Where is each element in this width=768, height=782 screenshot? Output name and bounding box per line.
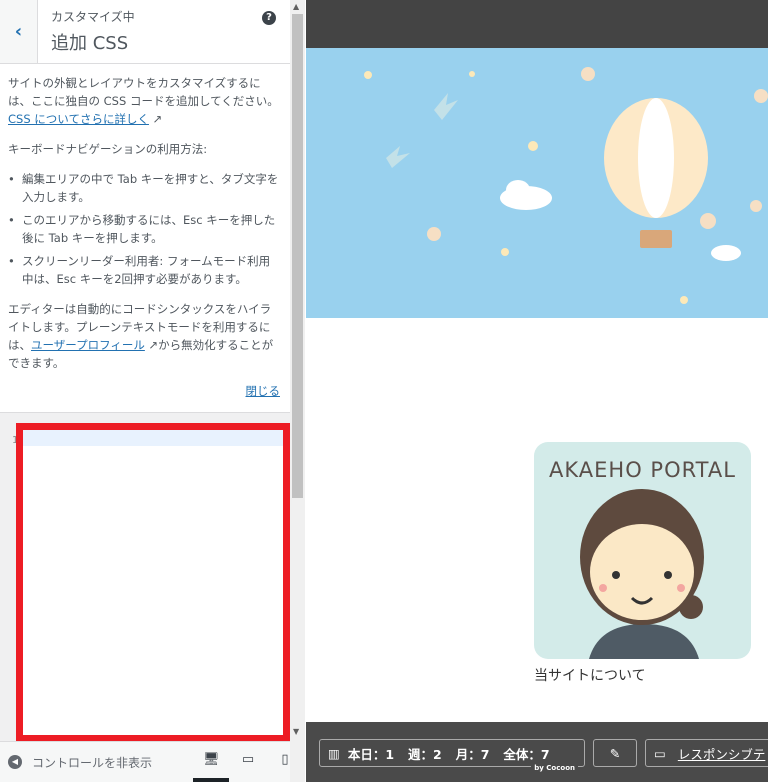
help-icon[interactable]: ? bbox=[262, 11, 276, 25]
balloon-illustration bbox=[364, 67, 768, 304]
access-counter: ▥ 本日：1 週：2 月：7 全体：7 by Cocoon bbox=[319, 739, 585, 772]
description: サイトの外観とレイアウトをカスタマイズするには、ここに独自の CSS コードを追… bbox=[0, 64, 290, 400]
scroll-up-icon[interactable]: ▲ bbox=[293, 2, 299, 11]
desktop-icon[interactable]: 🖥 bbox=[203, 752, 220, 768]
selected-device-indicator bbox=[193, 778, 229, 782]
count-total: 全体：7 bbox=[503, 746, 550, 762]
back-button[interactable]: ‹ bbox=[0, 0, 38, 63]
profile-card[interactable]: AKAEHO PORTAL bbox=[534, 442, 751, 659]
edit-icon: ✎ bbox=[609, 745, 621, 761]
site-preview: AKAEHO PORTAL 当サイトについて ▥ 本日：1 週：2 月：7 全体… bbox=[306, 0, 768, 782]
customizer-footer: ◀ コントロールを非表示 🖥 ▭ ▯ bbox=[0, 741, 290, 782]
list-item: このエリアから移動するには、Esc キーを押した後に Tab キーを押します。 bbox=[8, 211, 280, 247]
count-today: 本日：1 bbox=[347, 746, 395, 762]
kbd-heading: キーボードナビゲーションの利用方法: bbox=[8, 142, 208, 156]
site-header-bar bbox=[306, 0, 768, 48]
css-editor[interactable] bbox=[16, 423, 290, 742]
hero-image bbox=[306, 48, 768, 318]
external-link-icon: ↗ bbox=[152, 112, 163, 126]
code-editor-area: 1 bbox=[0, 412, 290, 742]
intro-text: サイトの外観とレイアウトをカスタマイズするには、ここに独自の CSS コードを追… bbox=[8, 76, 279, 108]
responsive-label: レスポンシブテ bbox=[677, 746, 766, 762]
list-item: スクリーンリーダー利用者: フォームモード利用中は、Esc キーを2回押す必要が… bbox=[8, 252, 280, 288]
count-month: 月：7 bbox=[455, 746, 490, 762]
scrollbar-thumb[interactable] bbox=[292, 14, 303, 498]
section-header: ‹ カスタマイズ中 追加 CSS ? bbox=[0, 0, 290, 64]
about-link[interactable]: 当サイトについて bbox=[534, 665, 646, 685]
header-subtitle: カスタマイズ中 bbox=[51, 10, 135, 24]
css-learn-more-link[interactable]: CSS についてさらに詳しく bbox=[8, 112, 149, 126]
avatar bbox=[580, 489, 704, 659]
edit-button[interactable]: ✎ bbox=[593, 739, 637, 767]
list-item: 編集エリアの中で Tab キーを押すと、タブ文字を入力します。 bbox=[8, 170, 280, 206]
chart-icon: ▥ bbox=[328, 745, 340, 761]
tablet-icon: ▭ bbox=[654, 745, 666, 761]
active-line bbox=[23, 430, 283, 446]
collapse-icon[interactable]: ◀ bbox=[8, 755, 22, 769]
count-week: 週：2 bbox=[408, 746, 442, 762]
by-cocoon-label: by Cocoon bbox=[531, 764, 578, 772]
sidebar-scrollbar[interactable]: ▲ ▼ bbox=[290, 0, 305, 782]
scroll-down-icon[interactable]: ▼ bbox=[293, 727, 299, 736]
collapse-button[interactable]: コントロールを非表示 bbox=[32, 754, 152, 771]
close-link[interactable]: 閉じる bbox=[246, 384, 281, 398]
page-title: 追加 CSS bbox=[51, 33, 129, 54]
responsive-test-button[interactable]: ▭ レスポンシブテ bbox=[645, 739, 768, 767]
user-profile-link[interactable]: ユーザープロフィール bbox=[31, 338, 145, 352]
tablet-icon[interactable]: ▭ bbox=[241, 752, 255, 768]
customizer-sidebar: ‹ カスタマイズ中 追加 CSS ? サイトの外観とレイアウトをカスタマイズする… bbox=[0, 0, 290, 782]
site-footer-bar: ▥ 本日：1 週：2 月：7 全体：7 by Cocoon ✎ ▭ レスポンシブテ bbox=[306, 722, 768, 782]
external-link-icon: ↗ bbox=[148, 338, 159, 352]
